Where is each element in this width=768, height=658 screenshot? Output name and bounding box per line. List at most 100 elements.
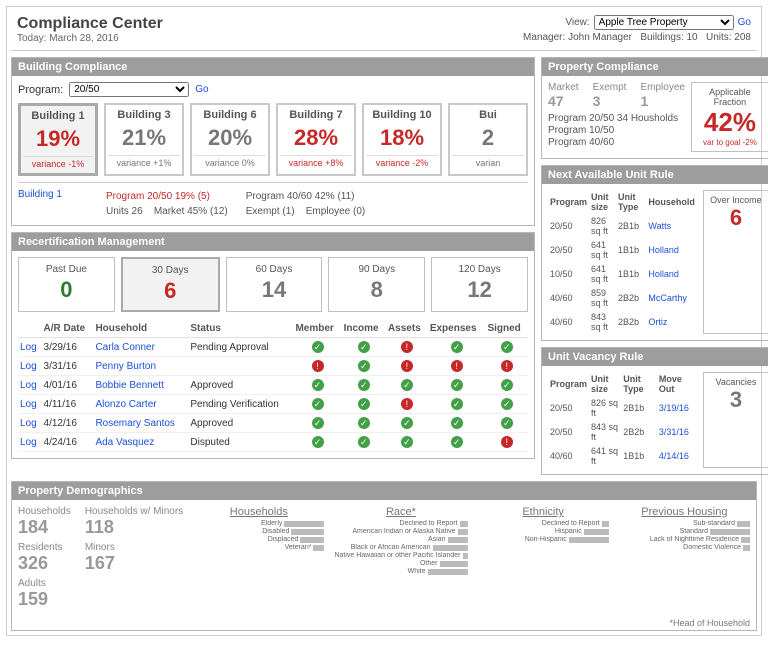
table-row: 10/50641 sq ft1B1bHolland (548, 262, 697, 286)
footnote: *Head of Household (12, 616, 756, 630)
check-icon: ✓ (312, 398, 324, 410)
panel-header: Property Demographics (12, 482, 756, 500)
log-link[interactable]: Log (20, 361, 37, 372)
alert-icon: ! (401, 398, 413, 410)
panel-header: Next Available Unit Rule (542, 166, 768, 184)
check-icon: ✓ (312, 379, 324, 391)
table-row: 20/50826 sq ft2B1b3/19/16 (548, 396, 697, 420)
check-icon: ✓ (451, 398, 463, 410)
building-card[interactable]: Building 321%variance +1% (104, 103, 184, 176)
check-icon: ✓ (501, 417, 513, 429)
panel-header: Property Compliance (542, 58, 768, 76)
household-link[interactable]: Penny Burton (95, 361, 156, 372)
log-link[interactable]: Log (20, 418, 37, 429)
demo-chart: EthnicityDeclined to ReportHispanicNon-H… (478, 506, 609, 610)
building-compliance-panel: Building Compliance Program: 20/50 Go Bu… (11, 57, 535, 226)
check-icon: ✓ (451, 379, 463, 391)
over-income-box: Over Income 6 (703, 190, 768, 334)
panel-header: Recertification Management (12, 233, 534, 251)
building-card[interactable]: Bui2varian (448, 103, 528, 176)
property-compliance-panel: Property Compliance Market47 Exempt3 Emp… (541, 57, 768, 159)
recert-card[interactable]: Past Due0 (18, 257, 115, 312)
units-count: Units: 208 (706, 32, 751, 43)
alert-icon: ! (501, 360, 513, 372)
next-unit-panel: Next Available Unit Rule ProgramUnit siz… (541, 165, 768, 341)
view-label: View: (565, 17, 589, 28)
demographics-panel: Property Demographics Households184 House… (11, 481, 757, 631)
demo-chart: Previous HousingSub-standardStandardLack… (619, 506, 750, 610)
check-icon: ✓ (358, 417, 370, 429)
demo-stat: Households184 (18, 506, 71, 538)
table-row: Log4/24/16Ada VasquezDisputed✓✓✓✓! (18, 433, 528, 452)
alert-icon: ! (312, 360, 324, 372)
recert-card[interactable]: 90 Days8 (328, 257, 425, 312)
table-row: 20/50826 sq ft2B1bWatts (548, 214, 697, 238)
table-row: 40/60859 sq ft2B2bMcCarthy (548, 286, 697, 310)
recert-panel: Recertification Management Past Due030 D… (11, 232, 535, 459)
table-row: Log3/31/16Penny Burton!✓!!! (18, 357, 528, 376)
check-icon: ✓ (451, 417, 463, 429)
view-select[interactable]: Apple Tree Property (594, 15, 734, 30)
demo-chart: Race*Declined to ReportAmerican Indian o… (334, 506, 467, 610)
check-icon: ✓ (358, 341, 370, 353)
table-row: Log3/29/16Carla ConnerPending Approval✓✓… (18, 338, 528, 357)
program-select[interactable]: 20/50 (69, 82, 189, 97)
program-label: Program: (18, 84, 63, 96)
vacancies-box: Vacancies 3 (703, 372, 768, 468)
alert-icon: ! (401, 341, 413, 353)
building-detail-name[interactable]: Building 1 (18, 189, 88, 219)
table-row: Log4/11/16Alonzo CarterPending Verificat… (18, 395, 528, 414)
log-link[interactable]: Log (20, 380, 37, 391)
check-icon: ✓ (501, 341, 513, 353)
household-link[interactable]: Carla Conner (95, 342, 154, 353)
alert-icon: ! (451, 360, 463, 372)
check-icon: ✓ (401, 379, 413, 391)
check-icon: ✓ (401, 417, 413, 429)
panel-header: Unit Vacancy Rule (542, 348, 768, 366)
program-go-link[interactable]: Go (195, 84, 208, 95)
table-row: 20/50843 sq ft2B2b3/31/16 (548, 420, 697, 444)
household-link[interactable]: Alonzo Carter (95, 399, 156, 410)
recert-card[interactable]: 60 Days14 (226, 257, 323, 312)
recert-card[interactable]: 30 Days6 (121, 257, 220, 312)
building-card[interactable]: Building 119%variance -1% (18, 103, 98, 176)
view-go-link[interactable]: Go (738, 17, 751, 28)
building-card[interactable]: Building 620%variance 0% (190, 103, 270, 176)
table-row: Log4/12/16Rosemary SantosApproved✓✓✓✓✓ (18, 414, 528, 433)
check-icon: ✓ (401, 436, 413, 448)
recert-cards: Past Due030 Days660 Days1490 Days8120 Da… (18, 257, 528, 312)
panel-header: Building Compliance (12, 58, 534, 76)
recert-card[interactable]: 120 Days12 (431, 257, 528, 312)
demo-stat: Households w/ Minors118 (85, 506, 183, 538)
log-link[interactable]: Log (20, 342, 37, 353)
check-icon: ✓ (358, 436, 370, 448)
today-date: Today: March 28, 2016 (17, 33, 163, 44)
vacancy-panel: Unit Vacancy Rule ProgramUnit sizeUnit T… (541, 347, 768, 475)
check-icon: ✓ (501, 398, 513, 410)
check-icon: ✓ (358, 379, 370, 391)
household-link[interactable]: Ada Vasquez (95, 437, 154, 448)
buildings-count: Buildings: 10 (640, 32, 697, 43)
log-link[interactable]: Log (20, 437, 37, 448)
demo-chart: HouseholdsElderlyDisabledDisplacedVetera… (193, 506, 324, 610)
check-icon: ✓ (451, 436, 463, 448)
building-card[interactable]: Building 1018%variance -2% (362, 103, 442, 176)
log-link[interactable]: Log (20, 399, 37, 410)
vacancy-table: ProgramUnit sizeUnit TypeMove Out20/5082… (548, 372, 697, 468)
page-title: Compliance Center (17, 15, 163, 33)
household-link[interactable]: Rosemary Santos (95, 418, 174, 429)
building-card[interactable]: Building 728%variance +8% (276, 103, 356, 176)
building-cards-strip: Building 119%variance -1%Building 321%va… (18, 103, 528, 176)
check-icon: ✓ (312, 436, 324, 448)
table-row: 40/60641 sq ft1B1b4/14/16 (548, 444, 697, 468)
page-header: Compliance Center Today: March 28, 2016 … (11, 11, 757, 51)
recert-table: A/R DateHouseholdStatusMemberIncomeAsset… (18, 320, 528, 452)
alert-icon: ! (401, 360, 413, 372)
check-icon: ✓ (358, 398, 370, 410)
check-icon: ✓ (358, 360, 370, 372)
household-link[interactable]: Bobbie Bennett (95, 380, 163, 391)
manager-label: Manager: John Manager (523, 32, 632, 43)
alert-icon: ! (501, 436, 513, 448)
applicable-fraction-box: Applicable Fraction 42% var to goal -2% (691, 82, 768, 152)
check-icon: ✓ (312, 341, 324, 353)
